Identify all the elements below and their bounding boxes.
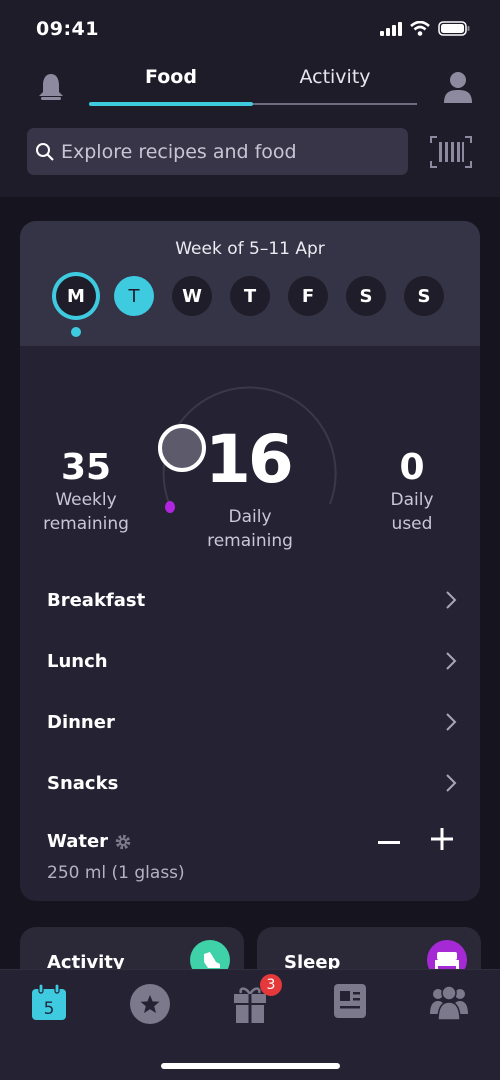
tab-active-indicator xyxy=(89,102,253,106)
water-minus-button[interactable] xyxy=(378,841,400,845)
gauge-start-dot xyxy=(165,501,175,513)
daily-used: 0 Daily used xyxy=(372,447,452,536)
nav-community[interactable] xyxy=(430,984,468,1024)
top-tabs: Food Activity xyxy=(89,62,417,106)
daily-used-label-2: used xyxy=(391,514,433,534)
status-time: 09:41 xyxy=(36,18,99,40)
tab-food[interactable]: Food xyxy=(89,66,253,88)
chevron-right-icon xyxy=(446,652,457,670)
food-tracker-card: Week of 5–11 Apr M T W T F S S 35 Weekly… xyxy=(20,221,480,901)
search-placeholder: Explore recipes and food xyxy=(61,140,297,163)
chevron-right-icon xyxy=(446,774,457,792)
bottom-nav: 5 3 xyxy=(0,969,500,1080)
daily-remaining-label-1: Daily xyxy=(228,507,272,527)
daily-remaining: Daily remaining xyxy=(200,505,300,553)
daily-remaining-value: 16 xyxy=(205,421,294,498)
meal-label: Lunch xyxy=(47,650,108,672)
water-plus-button[interactable] xyxy=(431,828,453,850)
water-header: Water xyxy=(47,831,132,852)
calendar-icon: 5 xyxy=(32,983,66,1020)
daily-remaining-label-2: remaining xyxy=(207,531,293,551)
meal-breakfast[interactable]: Breakfast xyxy=(47,580,457,620)
daily-used-label-1: Daily xyxy=(390,490,434,510)
search-input[interactable]: Explore recipes and food xyxy=(27,128,408,175)
meal-lunch[interactable]: Lunch xyxy=(47,641,457,681)
bell-icon[interactable] xyxy=(36,72,66,102)
tab-activity[interactable]: Activity xyxy=(253,66,417,88)
header: 09:41 Food Activity Explore recipes and … xyxy=(0,0,500,197)
weekly-label-1: Weekly xyxy=(55,490,117,510)
weekly-remaining-value: 35 xyxy=(60,447,112,488)
meal-label: Breakfast xyxy=(47,589,146,611)
water-amount: 250 ml (1 glass) xyxy=(47,863,185,883)
meal-label: Snacks xyxy=(47,772,119,794)
wifi-icon xyxy=(410,21,430,36)
chevron-right-icon xyxy=(446,713,457,731)
gauge-handle xyxy=(158,424,206,472)
meal-label: Dinner xyxy=(47,711,115,733)
calendar-day: 5 xyxy=(44,999,55,1019)
newspaper-icon xyxy=(334,984,366,1018)
nav-diary[interactable]: 5 xyxy=(32,983,66,1024)
signal-icon xyxy=(380,21,402,36)
community-icon xyxy=(430,985,468,1021)
daily-used-value: 0 xyxy=(399,447,425,488)
barcode-scan-icon[interactable] xyxy=(430,136,472,168)
weekly-label-2: remaining xyxy=(43,514,129,534)
gear-icon[interactable] xyxy=(114,833,132,851)
weekly-remaining: 35 Weekly remaining xyxy=(40,447,132,536)
nav-favorites[interactable] xyxy=(130,984,170,1028)
search-icon xyxy=(36,142,54,161)
nav-articles[interactable] xyxy=(334,984,366,1022)
meal-dinner[interactable]: Dinner xyxy=(47,702,457,742)
water-label: Water xyxy=(47,831,109,852)
battery-icon xyxy=(438,21,470,36)
rewards-badge: 3 xyxy=(260,974,282,996)
chevron-right-icon xyxy=(446,591,457,609)
meal-snacks[interactable]: Snacks xyxy=(47,763,457,803)
home-indicator xyxy=(161,1063,340,1069)
star-icon xyxy=(130,984,170,1024)
profile-icon[interactable] xyxy=(442,70,474,104)
status-icons xyxy=(380,21,470,36)
